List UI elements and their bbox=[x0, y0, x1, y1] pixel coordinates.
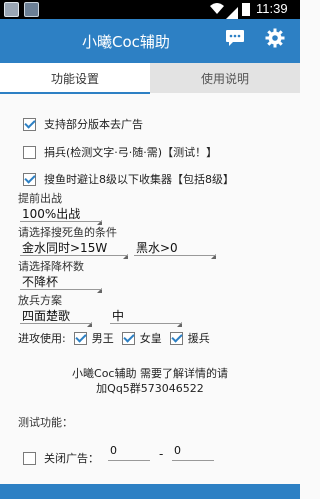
early-battle-spinner[interactable]: 100%出战 bbox=[22, 205, 102, 225]
donate-troops-checkbox[interactable] bbox=[23, 145, 36, 159]
notification-image-icon bbox=[24, 2, 39, 17]
notice-line-1: 小曦Coc辅助 需要了解详情的请 bbox=[72, 367, 228, 380]
attack-option-king[interactable]: 男王 bbox=[73, 330, 114, 346]
option-remove-ads[interactable]: 支持部分版本去广告 bbox=[23, 116, 143, 132]
signal-icon bbox=[226, 4, 238, 19]
search-condition-spinner-1[interactable]: 金水同时>15W bbox=[22, 239, 128, 259]
battery-icon bbox=[242, 3, 250, 16]
close-ads-checkbox[interactable] bbox=[23, 451, 36, 465]
ad-range-start-input[interactable]: 0 bbox=[108, 443, 150, 461]
queen-checkbox[interactable] bbox=[121, 331, 135, 345]
attack-option-reinforcement[interactable]: 援兵 bbox=[169, 330, 210, 346]
notice-line-2: 加Qq5群573046522 bbox=[96, 382, 204, 395]
status-bar: 11:39 bbox=[0, 0, 300, 19]
attack-label: 进攻使用: bbox=[18, 332, 66, 345]
search-condition-value-1: 金水同时>15W bbox=[22, 241, 108, 255]
search-condition-value-2: 黑水>0 bbox=[136, 241, 178, 255]
early-battle-value: 100%出战 bbox=[22, 207, 81, 221]
reinforcement-label: 援兵 bbox=[187, 332, 210, 345]
search-condition-spinner-2[interactable]: 黑水>0 bbox=[136, 239, 216, 259]
tab-bar: 功能设置 使用说明 bbox=[0, 63, 300, 93]
troop-plan-underline-1 bbox=[20, 323, 92, 324]
option-avoid-collectors[interactable]: 搜鱼时避让8级以下收集器【包括8级】 bbox=[23, 171, 234, 187]
test-functions-label: 测试功能： bbox=[18, 416, 73, 429]
cup-drop-underline bbox=[20, 289, 102, 290]
gear-icon bbox=[265, 28, 285, 52]
troop-plan-spinner-1[interactable]: 四面楚歌 bbox=[22, 307, 92, 327]
tab-function-settings[interactable]: 功能设置 bbox=[0, 63, 150, 93]
cup-drop-spinner[interactable]: 不降杯 bbox=[22, 273, 102, 293]
troop-plan-label: 放兵方案 bbox=[18, 294, 62, 307]
search-condition-underline-2 bbox=[134, 255, 216, 256]
troop-plan-value-1: 四面楚歌 bbox=[22, 309, 71, 323]
option-donate-troops[interactable]: 捐兵(检测文字·弓·随·需)【测试！】 bbox=[23, 144, 217, 160]
action-bar: 小曦Coc辅助 bbox=[0, 19, 300, 63]
troop-plan-spinner-2[interactable]: 中 bbox=[112, 307, 182, 327]
notification-app-icon bbox=[4, 2, 19, 17]
queen-label: 女皇 bbox=[139, 332, 162, 345]
close-ads-label: 关闭广告： bbox=[44, 452, 99, 465]
bottom-bar bbox=[0, 484, 300, 499]
close-ads-option[interactable]: 关闭广告： bbox=[23, 450, 99, 466]
contact-notice: 小曦Coc辅助 需要了解详情的请 加Qq5群573046522 bbox=[0, 366, 300, 396]
settings-button[interactable] bbox=[259, 24, 291, 56]
ad-range-end-input[interactable]: 0 bbox=[172, 443, 214, 461]
tab-usage-instructions[interactable]: 使用说明 bbox=[150, 63, 300, 93]
status-time: 11:39 bbox=[256, 1, 288, 16]
donate-troops-label: 捐兵(检测文字·弓·随·需)【测试！】 bbox=[44, 146, 218, 159]
troop-plan-underline-2 bbox=[110, 323, 182, 324]
early-battle-label: 提前出战 bbox=[18, 192, 62, 205]
chat-bubble-icon bbox=[225, 29, 245, 51]
wifi-icon bbox=[210, 3, 224, 18]
king-checkbox[interactable] bbox=[73, 331, 87, 345]
chat-button[interactable] bbox=[219, 24, 251, 56]
avoid-collectors-checkbox[interactable] bbox=[23, 172, 36, 186]
app-title: 小曦Coc辅助 bbox=[82, 33, 170, 51]
active-tab-indicator bbox=[0, 92, 150, 94]
reinforcement-checkbox[interactable] bbox=[169, 331, 183, 345]
troop-plan-value-2: 中 bbox=[112, 309, 125, 323]
avoid-collectors-label: 搜鱼时避让8级以下收集器【包括8级】 bbox=[44, 173, 234, 186]
early-battle-underline bbox=[20, 221, 102, 222]
king-label: 男王 bbox=[91, 332, 114, 345]
search-condition-underline-1 bbox=[20, 255, 128, 256]
cup-drop-value: 不降杯 bbox=[22, 275, 59, 289]
range-dash: - bbox=[159, 447, 164, 461]
remove-ads-label: 支持部分版本去广告 bbox=[44, 118, 143, 131]
search-condition-label: 请选择搜死鱼的条件 bbox=[18, 226, 117, 239]
attack-options-row: 进攻使用: 男王 女皇 援兵 bbox=[18, 330, 218, 346]
remove-ads-checkbox[interactable] bbox=[23, 117, 36, 131]
attack-option-queen[interactable]: 女皇 bbox=[121, 330, 162, 346]
cup-drop-label: 请选择降杯数 bbox=[18, 260, 84, 273]
